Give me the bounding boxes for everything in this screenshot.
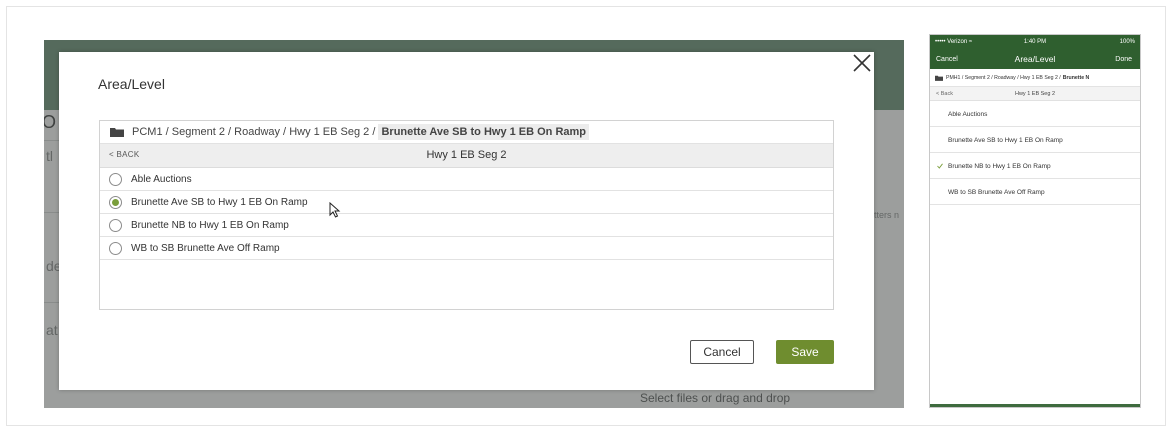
breadcrumb-item[interactable]: Hwy 1 EB Seg 2 / — [289, 126, 375, 138]
bg-side-text: tters n — [874, 210, 900, 220]
upload-hint[interactable]: Select files or drag and drop — [640, 391, 790, 405]
breadcrumb-item[interactable]: Segment 2 / — [172, 126, 231, 138]
mobile-item-label: WB to SB Brunette Ave Off Ramp — [948, 188, 1045, 196]
mobile-nav-bar: Cancel Area/Level Done — [930, 51, 1140, 69]
mobile-list-item[interactable]: Brunette Ave SB to Hwy 1 EB On Ramp — [930, 128, 1140, 153]
option-label: WB to SB Brunette Ave Off Ramp — [131, 242, 280, 254]
radio-button[interactable] — [109, 218, 122, 232]
close-icon[interactable] — [851, 52, 873, 74]
folder-icon — [935, 75, 943, 81]
mobile-item-label: Able Auctions — [948, 110, 988, 118]
mobile-done-button[interactable]: Done — [1115, 56, 1132, 63]
mobile-item-label: Brunette NB to Hwy 1 EB On Ramp — [948, 162, 1051, 170]
checkmark-icon — [937, 163, 943, 169]
radio-button[interactable] — [109, 241, 122, 255]
radio-button-selected[interactable] — [109, 195, 122, 209]
level-nav-bar: < BACK Hwy 1 EB Seg 2 — [100, 144, 833, 168]
option-label: Brunette Ave SB to Hwy 1 EB On Ramp — [131, 196, 308, 208]
mobile-title: Area/Level — [1014, 54, 1056, 64]
option-wb-to-sb[interactable]: WB to SB Brunette Ave Off Ramp — [100, 237, 833, 260]
clock: 1:40 PM — [1023, 39, 1047, 45]
mobile-bottom-bar — [930, 404, 1140, 407]
radio-button[interactable] — [109, 172, 122, 186]
mobile-level-bar: < Back Hwy 1 EB Seg 2 — [930, 87, 1140, 101]
bg-text-fragment: at — [46, 322, 58, 338]
mobile-level-title: Hwy 1 EB Seg 2 — [1014, 91, 1056, 97]
breadcrumb-current: Brunette Ave SB to Hwy 1 EB On Ramp — [378, 124, 590, 140]
mobile-breadcrumb: PMH1 / Segment 2 / Roadway / Hwy 1 EB Se… — [930, 69, 1140, 87]
bg-text-fragment: O — [44, 112, 57, 132]
mobile-screen: ••••• Verizon ≈ 1:40 PM 100% Cancel Area… — [929, 34, 1141, 408]
status-bar: ••••• Verizon ≈ 1:40 PM 100% — [930, 35, 1140, 51]
battery-label: 100% — [1119, 39, 1135, 45]
modal-title: Area/Level — [98, 76, 165, 92]
mobile-breadcrumb-path[interactable]: PMH1 / Segment 2 / Roadway / Hwy 1 EB Se… — [946, 75, 1061, 81]
mouse-cursor-icon — [329, 202, 341, 218]
area-level-modal: Area/Level PCM1 / Segment 2 / Roadway / … — [59, 52, 874, 390]
option-brunette-nb[interactable]: Brunette NB to Hwy 1 EB On Ramp — [100, 214, 833, 237]
option-label: Brunette NB to Hwy 1 EB On Ramp — [131, 219, 289, 231]
bg-text-fragment: tl — [46, 148, 53, 164]
option-brunette-ave-sb[interactable]: Brunette Ave SB to Hwy 1 EB On Ramp — [100, 191, 833, 214]
breadcrumb: PCM1 / Segment 2 / Roadway / Hwy 1 EB Se… — [100, 121, 833, 144]
mobile-item-label: Brunette Ave SB to Hwy 1 EB On Ramp — [948, 136, 1063, 144]
breadcrumb-item[interactable]: PCM1 / — [132, 126, 169, 138]
mobile-list-item-checked[interactable]: Brunette NB to Hwy 1 EB On Ramp — [930, 154, 1140, 179]
folder-icon — [110, 128, 124, 137]
option-able-auctions[interactable]: Able Auctions — [100, 168, 833, 191]
level-picker-panel: PCM1 / Segment 2 / Roadway / Hwy 1 EB Se… — [99, 120, 834, 310]
option-label: Able Auctions — [131, 173, 192, 185]
cancel-button[interactable]: Cancel — [690, 340, 754, 364]
mobile-list-item[interactable]: WB to SB Brunette Ave Off Ramp — [930, 180, 1140, 205]
mobile-breadcrumb-current: Brunette N — [1062, 74, 1090, 81]
breadcrumb-item[interactable]: Roadway / — [234, 126, 286, 138]
mobile-list-item[interactable]: Able Auctions — [930, 102, 1140, 127]
save-button[interactable]: Save — [776, 340, 834, 364]
level-title: Hwy 1 EB Seg 2 — [426, 149, 507, 161]
